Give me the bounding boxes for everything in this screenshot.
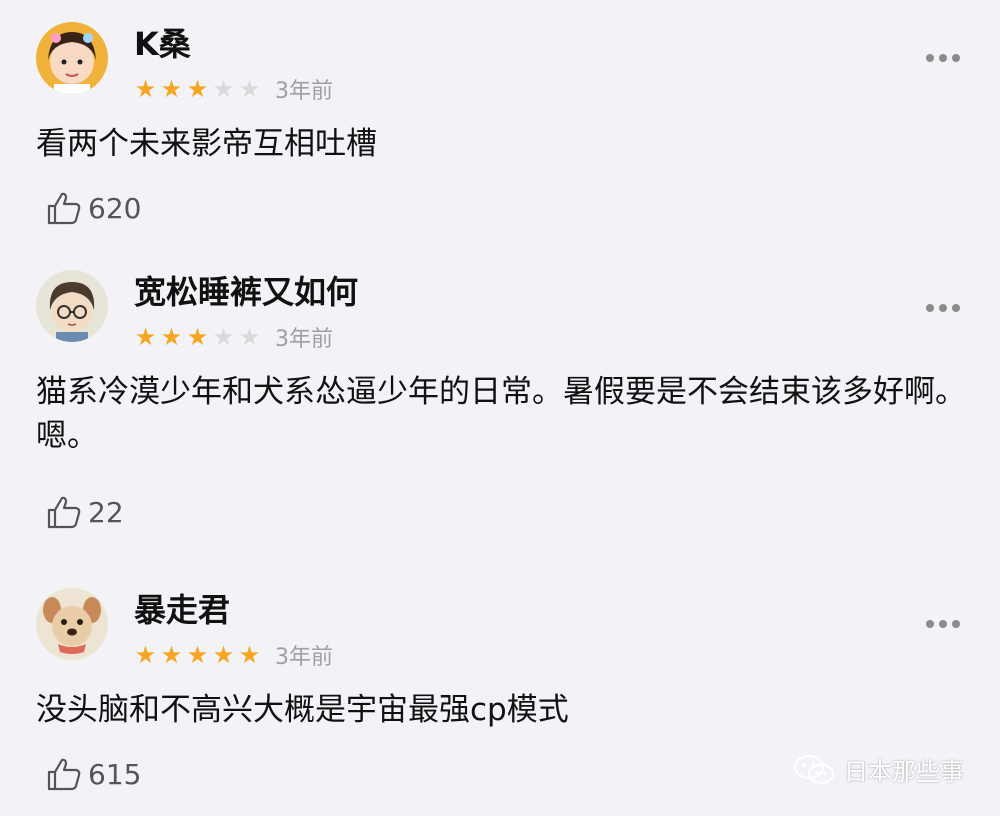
like-count: 615 bbox=[88, 757, 142, 791]
star-icon: ★ bbox=[238, 641, 261, 669]
more-options-icon[interactable] bbox=[926, 52, 966, 64]
comment-time: 3年前 bbox=[275, 79, 333, 104]
star-rating: ★ ★ ★ ★ ★ bbox=[134, 642, 261, 668]
comment-text: 没头脑和不高兴大概是宇宙最强cp模式 bbox=[36, 692, 569, 728]
star-icon: ★ bbox=[160, 75, 183, 103]
watermark: 日本那些事 bbox=[792, 752, 964, 787]
star-icon: ★ bbox=[238, 323, 261, 351]
comment-time: 3年前 bbox=[275, 327, 333, 352]
rating-row: ★ ★ ★ ★ ★ 3年前 bbox=[134, 322, 333, 352]
star-icon: ★ bbox=[212, 323, 235, 351]
like-button[interactable]: 620 bbox=[46, 188, 141, 228]
star-icon: ★ bbox=[186, 641, 209, 669]
star-icon: ★ bbox=[134, 323, 157, 351]
wechat-icon bbox=[793, 754, 835, 784]
puppy-avatar-icon[interactable] bbox=[36, 588, 108, 660]
username[interactable]: 暴走君 bbox=[134, 590, 230, 630]
username[interactable]: 宽松睡裤又如何 bbox=[134, 272, 358, 312]
comment-text: 猫系冷漠少年和犬系怂逼少年的日常。暑假要是不会结束该多好啊。嗯。 bbox=[36, 374, 966, 454]
rating-row: ★ ★ ★ ★ ★ 3年前 bbox=[134, 74, 333, 104]
rating-row: ★ ★ ★ ★ ★ 3年前 bbox=[134, 640, 333, 670]
star-icon: ★ bbox=[134, 75, 157, 103]
thumbs-up-icon bbox=[47, 496, 81, 529]
star-icon: ★ bbox=[186, 75, 209, 103]
star-rating: ★ ★ ★ ★ ★ bbox=[134, 76, 261, 102]
girl-avatar-icon[interactable] bbox=[36, 22, 108, 94]
comment-card: K桑 ★ ★ ★ ★ ★ 3年前 看两个未来影帝互相吐槽 620 bbox=[0, 0, 1000, 250]
star-icon: ★ bbox=[212, 641, 235, 669]
like-button[interactable]: 22 bbox=[46, 492, 124, 532]
star-icon: ★ bbox=[212, 75, 235, 103]
anime-boy-avatar-icon[interactable] bbox=[36, 270, 108, 342]
watermark-text: 日本那些事 bbox=[844, 758, 964, 786]
like-count: 620 bbox=[88, 191, 142, 225]
username[interactable]: K桑 bbox=[134, 24, 191, 64]
star-icon: ★ bbox=[134, 641, 157, 669]
thumbs-up-icon bbox=[47, 192, 81, 225]
star-icon: ★ bbox=[238, 75, 261, 103]
star-icon: ★ bbox=[160, 323, 183, 351]
thumbs-up-icon bbox=[47, 758, 81, 791]
star-icon: ★ bbox=[160, 641, 183, 669]
more-options-icon[interactable] bbox=[926, 618, 966, 630]
comment-card: 宽松睡裤又如何 ★ ★ ★ ★ ★ 3年前 猫系冷漠少年和犬系怂逼少年的日常。暑… bbox=[0, 250, 1000, 560]
star-icon: ★ bbox=[186, 323, 209, 351]
comment-time: 3年前 bbox=[275, 645, 333, 670]
like-count: 22 bbox=[88, 495, 124, 529]
star-rating: ★ ★ ★ ★ ★ bbox=[134, 324, 261, 350]
more-options-icon[interactable] bbox=[926, 302, 966, 314]
like-button[interactable]: 615 bbox=[46, 754, 141, 794]
comment-text: 看两个未来影帝互相吐槽 bbox=[36, 126, 377, 162]
